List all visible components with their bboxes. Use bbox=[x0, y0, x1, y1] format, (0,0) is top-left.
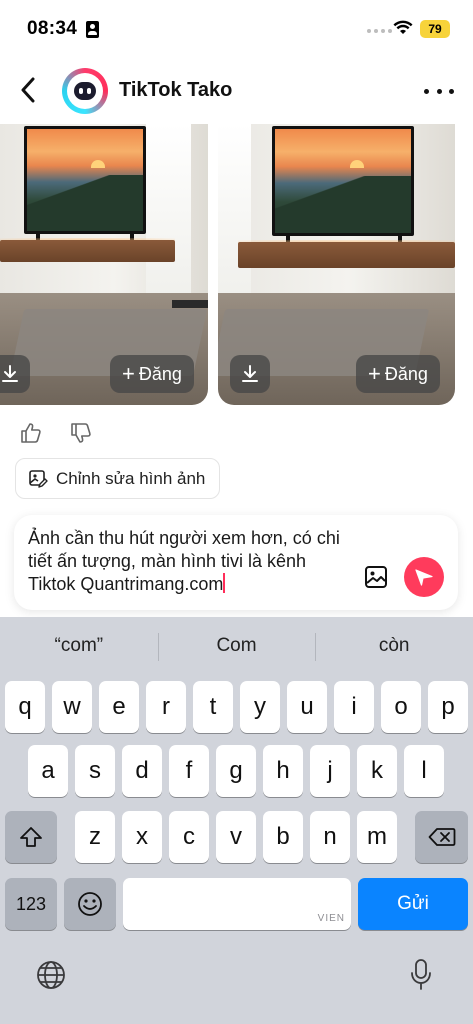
post-button[interactable]: + Đăng bbox=[110, 355, 194, 393]
back-button[interactable] bbox=[14, 74, 42, 106]
wifi-icon bbox=[393, 20, 413, 34]
message-composer[interactable]: Ảnh cần thu hút người xem hơn, có chi ti… bbox=[14, 515, 458, 610]
thumbs-down-icon[interactable] bbox=[68, 420, 94, 446]
post-button[interactable]: + Đăng bbox=[356, 355, 440, 393]
chevron-left-icon bbox=[21, 77, 35, 103]
plus-icon: + bbox=[122, 361, 135, 386]
message-text: Ảnh cần thu hút người xem hơn, có chi ti… bbox=[28, 528, 340, 594]
send-icon bbox=[415, 569, 433, 586]
key[interactable]: m bbox=[357, 811, 397, 863]
download-button[interactable] bbox=[230, 355, 270, 393]
generated-image-card[interactable]: + Đăng bbox=[0, 124, 208, 405]
emoji-key[interactable] bbox=[64, 878, 116, 930]
more-options-button[interactable] bbox=[424, 80, 454, 102]
key[interactable]: k bbox=[357, 745, 397, 797]
key[interactable]: n bbox=[310, 811, 350, 863]
key[interactable]: e bbox=[99, 681, 139, 733]
status-time: 08:34 bbox=[27, 18, 78, 39]
plus-icon: + bbox=[368, 361, 381, 386]
generated-image-card[interactable]: + Đăng bbox=[218, 124, 455, 405]
shift-icon bbox=[20, 827, 42, 847]
signal-icon bbox=[367, 29, 392, 33]
thumbs-up-icon[interactable] bbox=[18, 420, 44, 446]
emoji-icon bbox=[78, 892, 102, 916]
key[interactable]: d bbox=[122, 745, 162, 797]
suggestion-item[interactable]: “com” bbox=[0, 617, 158, 675]
key[interactable]: l bbox=[404, 745, 444, 797]
edit-image-label: Chỉnh sửa hình ảnh bbox=[56, 468, 206, 488]
attach-image-button[interactable] bbox=[362, 563, 390, 591]
suggestion-item[interactable]: còn bbox=[315, 617, 473, 675]
key[interactable]: f bbox=[169, 745, 209, 797]
space-key[interactable]: VIEN bbox=[123, 878, 351, 930]
contact-card-icon bbox=[86, 21, 99, 38]
download-button[interactable] bbox=[0, 355, 30, 393]
key[interactable]: p bbox=[428, 681, 468, 733]
space-language-hint: VIEN bbox=[317, 913, 345, 924]
key[interactable]: j bbox=[310, 745, 350, 797]
status-bar: 08:34 79 bbox=[0, 0, 473, 60]
app-root: 08:34 79 TikTok Tako + Đăng + Đăng Chỉnh… bbox=[0, 0, 473, 1024]
image-edit-icon bbox=[29, 469, 48, 488]
key[interactable]: q bbox=[5, 681, 45, 733]
image-icon bbox=[365, 566, 387, 588]
feedback-row bbox=[18, 420, 94, 446]
return-key[interactable]: Gửi bbox=[358, 878, 468, 930]
send-button[interactable] bbox=[404, 557, 444, 597]
suggestion-item[interactable]: Com bbox=[157, 617, 316, 675]
shift-key[interactable] bbox=[5, 811, 57, 863]
key[interactable]: a bbox=[28, 745, 68, 797]
key[interactable]: o bbox=[381, 681, 421, 733]
key[interactable]: b bbox=[263, 811, 303, 863]
key[interactable]: w bbox=[52, 681, 92, 733]
key[interactable]: i bbox=[334, 681, 374, 733]
key[interactable]: v bbox=[216, 811, 256, 863]
suggestion-bar: “com” Com còn bbox=[0, 617, 473, 675]
key[interactable]: z bbox=[75, 811, 115, 863]
download-icon bbox=[242, 365, 258, 382]
post-button-label: Đăng bbox=[138, 363, 182, 384]
key[interactable]: s bbox=[75, 745, 115, 797]
numbers-key[interactable]: 123 bbox=[5, 878, 57, 930]
key[interactable]: t bbox=[193, 681, 233, 733]
more-horizontal-icon bbox=[424, 88, 429, 94]
backspace-icon bbox=[428, 828, 455, 846]
delete-key[interactable] bbox=[415, 811, 468, 863]
on-screen-keyboard: “com” Com còn q w e r t y u i o p a s d … bbox=[0, 617, 473, 1024]
key[interactable]: u bbox=[287, 681, 327, 733]
key[interactable]: h bbox=[263, 745, 303, 797]
chat-title[interactable]: TikTok Tako bbox=[119, 79, 232, 102]
message-input[interactable]: Ảnh cần thu hút người xem hơn, có chi ti… bbox=[28, 527, 358, 596]
chat-header: TikTok Tako bbox=[0, 58, 473, 124]
key[interactable]: x bbox=[122, 811, 162, 863]
edit-image-button[interactable]: Chỉnh sửa hình ảnh bbox=[15, 458, 221, 499]
post-button-label: Đăng bbox=[384, 363, 428, 384]
download-icon bbox=[2, 365, 18, 382]
key[interactable]: y bbox=[240, 681, 280, 733]
bot-face-icon bbox=[74, 82, 96, 100]
globe-icon[interactable] bbox=[33, 957, 69, 993]
key[interactable]: g bbox=[216, 745, 256, 797]
microphone-icon[interactable] bbox=[403, 957, 439, 993]
bot-avatar[interactable] bbox=[62, 68, 108, 114]
key[interactable]: c bbox=[169, 811, 209, 863]
battery-indicator: 79 bbox=[420, 20, 450, 38]
text-caret bbox=[223, 573, 226, 593]
key[interactable]: r bbox=[146, 681, 186, 733]
